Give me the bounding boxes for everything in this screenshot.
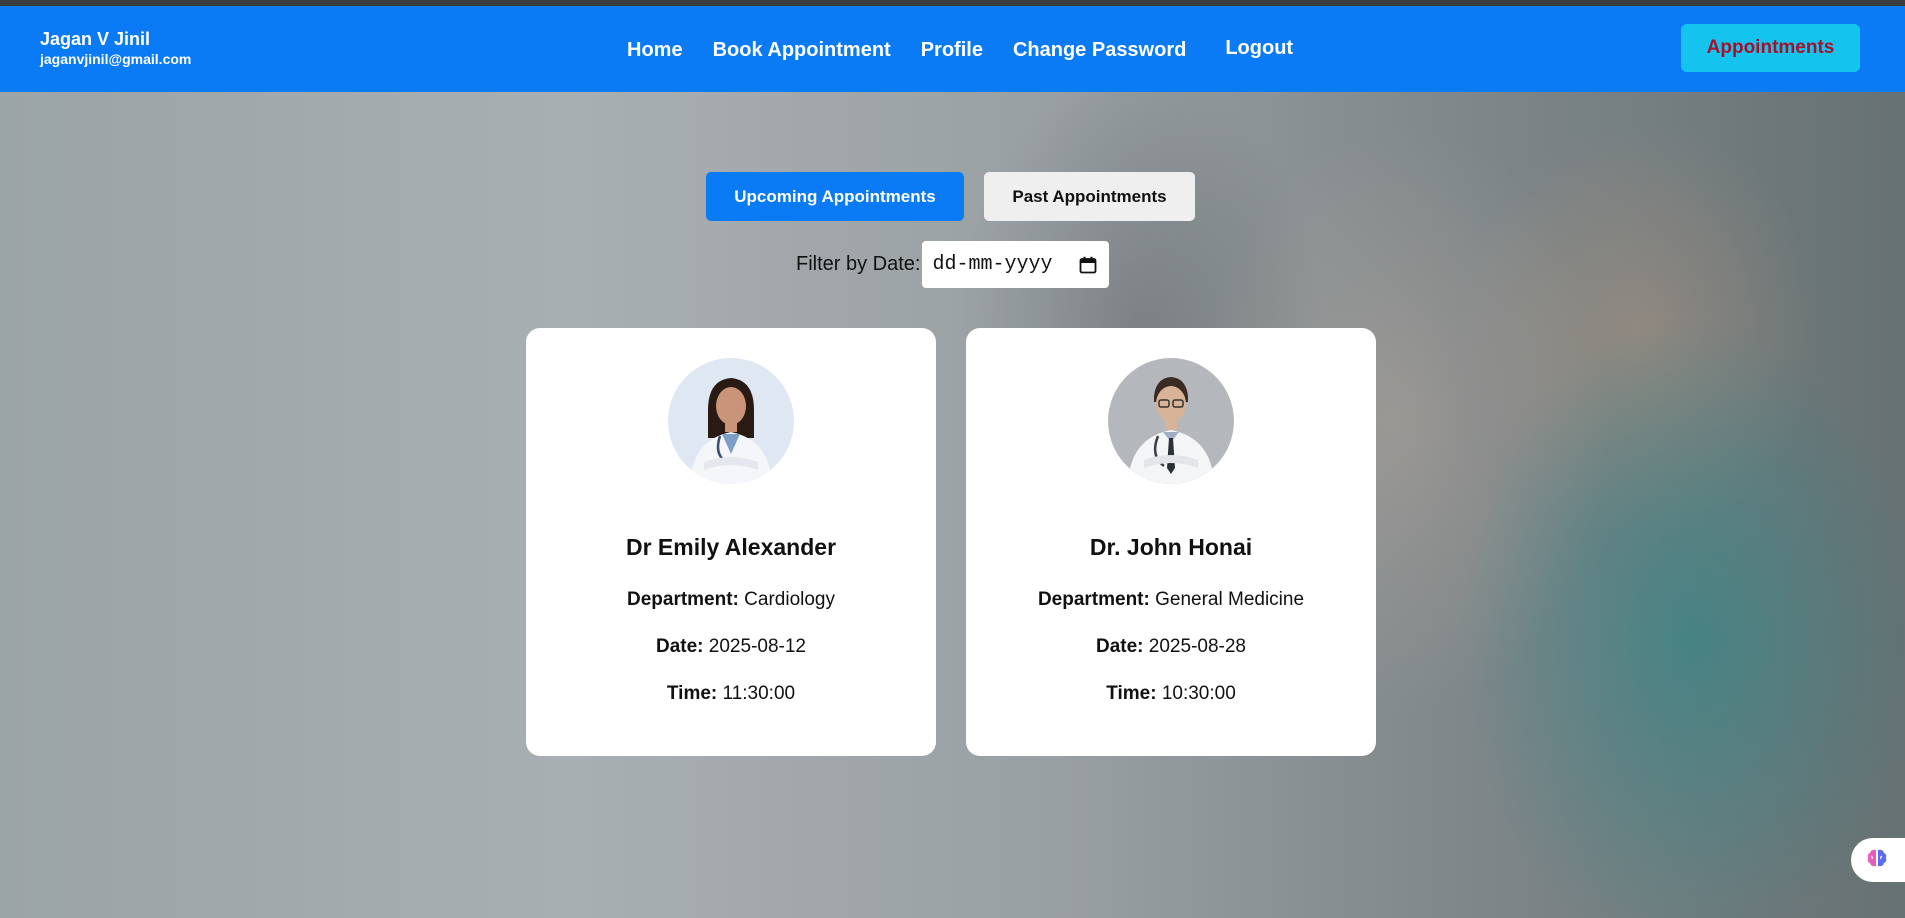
user-info: Jagan V Jinil jaganvjinil@gmail.com — [40, 28, 191, 68]
nav-change-password-link[interactable]: Change Password — [1013, 39, 1186, 62]
department-label: Department: — [626, 589, 739, 610]
time-value: 10:30:00 — [1161, 683, 1236, 704]
upcoming-appointments-tab[interactable]: Upcoming Appointments — [706, 172, 964, 221]
appointment-card: Dr Emily Alexander Department: Cardiolog… — [526, 328, 936, 756]
nav-links: Home Book Appointment Profile Change Pas… — [627, 37, 1323, 62]
date-value: 2025-08-28 — [1148, 636, 1246, 657]
user-email: jaganvjinil@gmail.com — [40, 51, 192, 67]
date-filter-input[interactable]: dd-mm-yyyy — [922, 241, 1110, 288]
nav-home-link[interactable]: Home — [627, 39, 683, 62]
time-label: Time: — [1106, 683, 1157, 704]
filter-label: Filter by Date: — [796, 253, 921, 275]
department-value: Cardiology — [744, 589, 835, 610]
doctor-name: Dr Emily Alexander — [625, 534, 837, 560]
user-name: Jagan V Jinil — [40, 29, 151, 49]
doctor-avatar — [668, 358, 794, 484]
date-filter: Filter by Date: dd-mm-yyyy — [796, 241, 1110, 288]
date-line: Date: 2025-08-12 — [526, 636, 936, 658]
brain-icon — [1865, 846, 1889, 875]
time-label: Time: — [666, 683, 718, 704]
nav-logout-link[interactable]: Logout — [1225, 37, 1293, 60]
date-input-placeholder: dd-mm-yyyy — [932, 253, 1053, 276]
time-value: 11:30:00 — [722, 683, 796, 704]
nav-book-appointment-link[interactable]: Book Appointment — [713, 39, 891, 62]
calendar-icon[interactable] — [1079, 256, 1097, 274]
department-line: Department: General Medicine — [966, 589, 1376, 611]
time-line: Time: 10:30:00 — [966, 683, 1376, 705]
date-value: 2025-08-12 — [708, 636, 806, 657]
date-line: Date: 2025-08-28 — [966, 636, 1376, 658]
department-value: General Medicine — [1155, 589, 1305, 610]
department-label: Department: — [1037, 589, 1150, 610]
navbar: Jagan V Jinil jaganvjinil@gmail.com Home… — [0, 6, 1905, 92]
date-label: Date: — [1096, 636, 1144, 657]
doctor-name: Dr. John Honai — [1089, 534, 1253, 560]
past-appointments-tab[interactable]: Past Appointments — [984, 172, 1195, 221]
nav-profile-link[interactable]: Profile — [921, 39, 983, 62]
department-line: Department: Cardiology — [526, 589, 936, 611]
background-overlay — [0, 0, 1905, 918]
date-label: Date: — [656, 636, 704, 657]
doctor-avatar — [1108, 358, 1234, 484]
time-line: Time: 11:30:00 — [526, 683, 936, 705]
appointment-card: Dr. John Honai Department: General Medic… — [966, 328, 1376, 756]
appointments-button[interactable]: Appointments — [1681, 24, 1860, 72]
assistant-widget-button[interactable] — [1851, 838, 1905, 882]
